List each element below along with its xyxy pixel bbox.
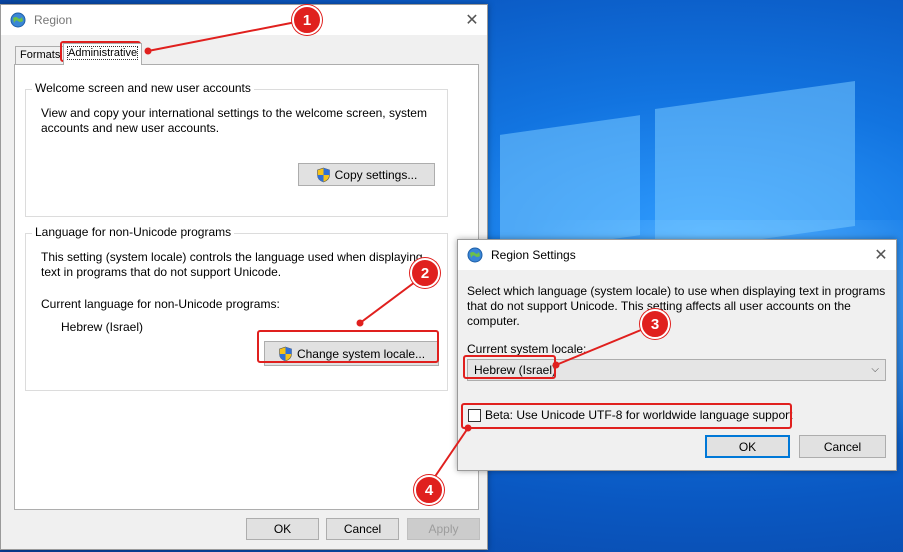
apply-button[interactable]: Apply [407,518,480,540]
close-icon: ✕ [874,247,888,264]
close-button[interactable]: ✕ [866,240,896,270]
globe-icon [10,12,26,28]
step-marker-1: 1 [292,5,322,35]
cancel-label: Cancel [343,522,382,536]
current-language-label: Current language for non-Unicode program… [41,297,280,311]
tab-label: Formats [20,49,61,61]
step-marker-4: 4 [414,475,444,505]
region-settings-title: Region Settings [491,248,576,262]
highlight-beta-checkbox [461,403,792,429]
marker-label: 4 [424,481,434,499]
close-icon: ✕ [465,12,479,29]
marker-label: 3 [650,315,660,333]
ok-button[interactable]: OK [246,518,319,540]
welcome-group-title: Welcome screen and new user accounts [32,81,254,95]
ok-button[interactable]: OK [705,435,790,458]
current-language-value: Hebrew (Israel) [61,320,144,334]
administrative-tab-panel: Welcome screen and new user accounts Vie… [14,64,479,510]
region-settings-titlebar[interactable]: Region Settings ✕ [458,240,896,270]
close-button[interactable]: ✕ [457,5,487,35]
copy-settings-label: Copy settings... [334,167,418,182]
marker-label: 1 [302,11,312,29]
step-marker-2: 2 [410,258,440,288]
unicode-group-title: Language for non-Unicode programs [32,225,235,239]
region-title: Region [34,13,73,27]
marker-label: 2 [420,264,430,282]
unicode-groupbox: Language for non-Unicode programs This s… [25,225,448,391]
welcome-description: View and copy your international setting… [41,106,427,135]
highlight-change-locale-button [257,330,439,363]
welcome-groupbox: Welcome screen and new user accounts Vie… [25,81,448,217]
windows-logo-pane [655,80,855,255]
tab-label: Administrative [66,46,139,60]
highlight-locale-value [463,355,556,379]
copy-settings-button[interactable]: Copy settings... [298,163,435,186]
tab-formats[interactable]: Formats [15,46,66,64]
uac-shield-icon [316,167,330,182]
chevron-down-icon: ⌵ [871,364,879,375]
windows-logo-pane [500,115,640,255]
globe-icon [467,247,483,263]
ok-label: OK [738,439,757,454]
cancel-button[interactable]: Cancel [799,435,886,458]
ok-label: OK [273,522,292,536]
tab-administrative[interactable]: Administrative [63,43,143,65]
unicode-description: This setting (system locale) controls th… [41,250,423,279]
cancel-label: Cancel [823,439,862,454]
cancel-button[interactable]: Cancel [326,518,399,540]
apply-label: Apply [428,522,459,536]
step-marker-3: 3 [640,309,670,339]
region-settings-description: Select which language (system locale) to… [467,284,886,328]
region-titlebar[interactable]: Region ✕ [1,5,487,35]
